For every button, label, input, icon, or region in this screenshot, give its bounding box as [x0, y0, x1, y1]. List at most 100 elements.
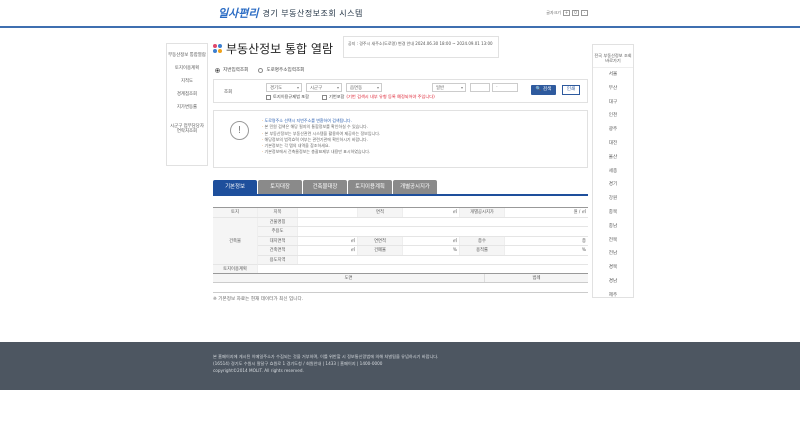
notice-box: 공지 : 경주시 새주소(도로명) 변경 안내 2024.06.30 18:00… — [343, 36, 499, 58]
region-link[interactable]: 대전 — [593, 137, 633, 151]
map-table-body — [213, 283, 588, 293]
region-link[interactable]: 인천 — [593, 109, 633, 123]
region-link[interactable]: 제주 — [593, 289, 633, 303]
info-item: 본 민원 검색은 해당 필지의 통합정보를 확인하실 수 있습니다. — [262, 124, 380, 130]
region-link[interactable]: 경북 — [593, 261, 633, 275]
region-link[interactable]: 경기 — [593, 178, 633, 192]
sidebar-item-integrated-view[interactable]: 부동산정보 통합열람 — [167, 44, 207, 62]
region-link[interactable]: 충남 — [593, 220, 633, 234]
radio-road-label: 도로명주소입력조회 — [266, 68, 305, 73]
dong-select[interactable]: 읍면동 — [346, 83, 382, 92]
map-table: 도면 범례 — [213, 273, 588, 293]
tab-bar: 기본정보 토지대장 건축물대장 토지이용계획 개별공시지가 — [213, 180, 437, 194]
footer-line-3: copyright©2014 MOLIT. All rights reserve… — [213, 368, 304, 373]
title-dots-icon — [213, 44, 222, 53]
info-item: 본 부동산정보는 부동산관련 시스템을 활용하여 제공하는 정보입니다. — [262, 131, 381, 137]
building-name-value — [298, 218, 588, 227]
city-select[interactable]: 시군구 — [306, 83, 342, 92]
info-icon: ! — [230, 121, 249, 140]
tab-building-ledger[interactable]: 건축물대장 — [303, 180, 347, 194]
sidebar-item-price-change[interactable]: 지가변동률 — [167, 101, 207, 114]
font-size-decrease-button[interactable]: - — [581, 10, 588, 16]
tab-basic-info[interactable]: 기본정보 — [213, 180, 257, 194]
region-link[interactable]: 경남 — [593, 275, 633, 289]
building-label: 건축물 — [213, 217, 258, 265]
print-button[interactable]: 인쇄 — [562, 85, 580, 95]
info-box: ! 도로명주소 선택시 지번주소를 변환하여 검색됩니다. 본 민원 검색은 해… — [213, 110, 588, 168]
basic-info-table: 토지 지목 면적 ㎡ 개별공시지가 원 / ㎡ 건축물 건물명칭 주용도 대지면… — [213, 207, 588, 275]
info-list: 도로명주소 선택시 지번주소를 변환하여 검색됩니다. 본 민원 검색은 해당 … — [262, 118, 381, 156]
radio-icon[interactable] — [215, 67, 220, 73]
tab-land-use-plan[interactable]: 토지이용계획 — [348, 180, 392, 194]
sidebar-item-boundary[interactable]: 경계점조회 — [167, 88, 207, 101]
search-label: 조회 — [224, 90, 233, 95]
search-type: 지번입력조회 도로명주소입력조회 — [215, 67, 304, 73]
checkbox-icon[interactable] — [322, 94, 327, 100]
data-note: ※ 기본정보 자료는 현재 데이터가 최신 입니다. — [213, 297, 304, 302]
search-icon: 🔍 — [535, 87, 542, 92]
region-link[interactable]: 강원 — [593, 192, 633, 206]
table-row: 주용도 — [258, 227, 588, 237]
area-unit: ㎡ — [403, 208, 460, 217]
floor-area-label: 연면적 — [358, 236, 403, 245]
checkbox-icon[interactable] — [266, 94, 271, 100]
jimok-value — [298, 208, 358, 217]
region-link[interactable]: 전남 — [593, 247, 633, 261]
font-size-control: 글자크기 + 0 - — [546, 10, 588, 16]
land-label: 토지 — [213, 208, 258, 217]
building-name-label: 건물명칭 — [258, 217, 298, 226]
logo[interactable]: 일사편리 경기 부동산정보조회 시스템 — [218, 5, 363, 21]
region-link[interactable]: 울산 — [593, 151, 633, 165]
map-table-header: 도면 범례 — [213, 274, 588, 283]
tab-official-price[interactable]: 개별공시지가 — [393, 180, 437, 194]
table-row: 토지 지목 면적 ㎡ 개별공시지가 원 / ㎡ — [213, 208, 588, 218]
region-link[interactable]: 서울 — [593, 68, 633, 82]
radio-icon[interactable] — [258, 67, 264, 73]
tab-land-ledger[interactable]: 토지대장 — [258, 180, 302, 194]
search-button[interactable]: 🔍 검색 — [531, 85, 556, 95]
info-item: 기본정보에서 건축물정보는 총괄표제부 내용만 표시하였습니다. — [262, 149, 380, 155]
land-type-select[interactable]: 일반 — [432, 83, 466, 92]
search-box: 조회 경기도 시군구 읍면동 일반 - 토지이용규제법 포함 기번포함(기번 검… — [213, 79, 588, 103]
sub-number-input[interactable]: - — [492, 83, 518, 92]
radio-jibun-label: 지번입력조회 — [223, 68, 249, 73]
main-use-label: 주용도 — [258, 227, 298, 236]
table-row: 건물명칭 — [258, 217, 588, 227]
region-link[interactable]: 부산 — [593, 82, 633, 96]
sidebar-item-land-use[interactable]: 토지이용계획 — [167, 62, 207, 75]
region-link[interactable]: 광주 — [593, 123, 633, 137]
sidebar-item-contact[interactable]: 시군구 업무담당자 연락처조회 — [167, 114, 207, 138]
search-button-label: 검색 — [542, 87, 552, 92]
floors-unit: 층 — [582, 238, 586, 244]
header: 일사편리 경기 부동산정보조회 시스템 글자크기 + 0 - — [0, 0, 800, 28]
region-list: 서울 부산 대구 인천 광주 대전 울산 세종 경기 강원 충북 충남 전북 전남 경북 경남 제주 — [593, 68, 633, 303]
radio-jibun[interactable]: 지번입력조회 — [215, 67, 248, 73]
zoning-label: 용도지역 — [258, 255, 298, 264]
region-link[interactable]: 대구 — [593, 96, 633, 110]
official-price-label: 개별공시지가 — [460, 208, 505, 217]
far-label: 용적률 — [460, 246, 505, 255]
map-column-header: 도면 — [213, 274, 485, 282]
main-number-input[interactable] — [470, 83, 490, 92]
land-use-checkbox[interactable]: 토지이용규제법 포함 — [266, 94, 309, 100]
region-link[interactable]: 전북 — [593, 234, 633, 248]
font-size-reset-button[interactable]: 0 — [572, 10, 579, 16]
jimok-label: 지목 — [258, 208, 298, 217]
table-row: 용도지역 — [258, 255, 588, 265]
province-select[interactable]: 경기도 — [266, 83, 302, 92]
region-link[interactable]: 세종 — [593, 165, 633, 179]
page-title-text: 부동산정보 통합 열람 — [226, 42, 333, 56]
right-sidebar: 전국 부동산정보 조회 바로가기 서울 부산 대구 인천 광주 대전 울산 세종 경기 강원 충북 충… — [592, 44, 634, 298]
legend-column-header: 범례 — [532, 276, 541, 281]
building-area-label: 건축면적 — [258, 246, 298, 255]
building-area-unit: ㎡ — [298, 246, 358, 255]
sidebar-item-cadastral-map[interactable]: 지적도 — [167, 75, 207, 88]
table-row: 건축면적 ㎡ 건폐율 % 용적률 % — [258, 246, 588, 256]
sub-number-checkbox-label: 기번포함 — [329, 94, 345, 99]
font-size-increase-button[interactable]: + — [563, 10, 570, 16]
sub-number-checkbox[interactable]: 기번포함 (기번 검색시 내부 유형 등록 예정되어야 주입니다) — [322, 94, 435, 100]
coverage-unit: % — [403, 246, 460, 255]
region-link[interactable]: 충북 — [593, 206, 633, 220]
font-size-label: 글자크기 — [546, 10, 561, 15]
radio-road[interactable]: 도로명주소입력조회 — [258, 67, 304, 73]
